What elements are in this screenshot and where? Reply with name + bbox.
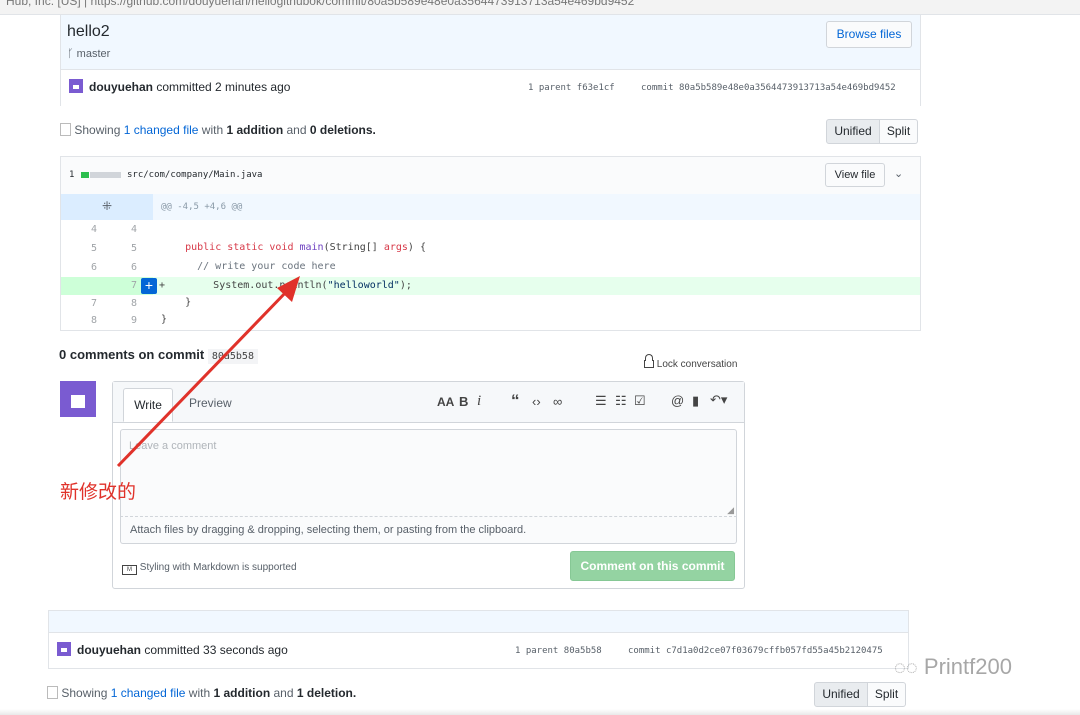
- author-link[interactable]: douyuehan: [77, 643, 141, 657]
- author-avatar[interactable]: [69, 79, 83, 93]
- comment-textarea[interactable]: Leave a comment ◢: [120, 429, 737, 517]
- tab-write[interactable]: Write: [123, 388, 173, 422]
- diffstat-count: 1: [69, 170, 75, 180]
- annotation-label: 新修改的: [60, 481, 137, 503]
- commit-meta-row: douyuehan committed 2 minutes ago 1 pare…: [61, 69, 920, 106]
- diffstat-bar: [81, 172, 121, 178]
- user-avatar: [60, 381, 96, 417]
- bottom-shadow: [0, 709, 1080, 715]
- wechat-icon: ◌◌: [894, 657, 918, 679]
- view-toggle: Unified Split: [814, 682, 906, 707]
- hunk-header: ⁜ @@ -4,5 +4,6 @@: [61, 194, 920, 220]
- committed-time: committed 2 minutes ago: [156, 80, 291, 94]
- file-path[interactable]: src/com/company/Main.java: [127, 170, 262, 180]
- changed-files-link[interactable]: 1 changed file: [124, 123, 199, 137]
- diff-summary: Showing 1 changed file with 1 addition a…: [47, 686, 356, 700]
- bulleted-list-icon[interactable]: ☰: [595, 393, 607, 409]
- commit-title: hello2: [67, 23, 110, 40]
- quote-icon[interactable]: “: [511, 391, 520, 411]
- heading-icon[interactable]: AA: [437, 395, 454, 409]
- tab-preview[interactable]: Preview: [189, 396, 232, 410]
- bold-icon[interactable]: B: [459, 394, 468, 409]
- bookmark-icon[interactable]: ▮: [692, 393, 699, 409]
- mention-icon[interactable]: @: [671, 393, 684, 408]
- author-link[interactable]: douyuehan: [89, 80, 153, 94]
- italic-icon[interactable]: i: [477, 393, 481, 410]
- unified-button[interactable]: Unified: [826, 119, 880, 144]
- diff-line: 6 6 // write your code here: [90, 261, 336, 273]
- attach-text: Attach files by dragging & dropping, sel…: [130, 524, 527, 536]
- diff-line: 7 8 }: [90, 297, 192, 309]
- diff-line: 5 5 public static void main(String[] arg…: [90, 242, 426, 254]
- commit2-header-edge: [48, 610, 909, 633]
- attach-bar[interactable]: Attach files by dragging & dropping, sel…: [120, 516, 737, 544]
- branch-icon: ᚴ: [67, 48, 74, 60]
- address-text: Hub, Inc. [US] | https://github.com/douy…: [6, 0, 635, 8]
- task-list-icon[interactable]: ☑: [634, 393, 646, 409]
- hunk-range: @@ -4,5 +4,6 @@: [161, 202, 243, 212]
- add-comment-icon[interactable]: +: [141, 278, 157, 294]
- comment-placeholder: Leave a comment: [129, 440, 217, 452]
- split-button[interactable]: Split: [880, 119, 918, 144]
- parent-sha-link[interactable]: f63e1cf: [577, 83, 615, 93]
- browse-files-button[interactable]: Browse files: [826, 21, 912, 48]
- diff-summary: Showing 1 changed file with 1 addition a…: [60, 123, 376, 137]
- code-icon[interactable]: ‹›: [532, 394, 541, 409]
- committed-time: committed 33 seconds ago: [144, 643, 288, 657]
- watermark: ◌◌ Printf200: [894, 654, 1012, 679]
- markdown-note[interactable]: M Styling with Markdown is supported: [122, 562, 297, 575]
- unified-button[interactable]: Unified: [814, 682, 868, 707]
- file-diff-icon: [47, 686, 58, 699]
- branch-label: ᚴ master: [67, 48, 111, 60]
- expand-icon[interactable]: ⁜: [61, 194, 153, 220]
- commit-sha: c7d1a0d2ce07f03679cffb057fd55a45b2120475: [665, 646, 883, 656]
- author-avatar[interactable]: [57, 642, 71, 656]
- file-diff: 1 src/com/company/Main.java View file ⌄ …: [60, 156, 921, 331]
- diff-line: 8 9 }: [90, 314, 168, 326]
- view-file-button[interactable]: View file: [825, 163, 885, 187]
- file-diff-icon: [60, 123, 71, 136]
- file-header: 1 src/com/company/Main.java View file ⌄: [61, 157, 920, 195]
- diff-line: 4 4: [90, 224, 137, 235]
- changed-files-link[interactable]: 1 changed file: [111, 686, 186, 700]
- commit-sha: 80a5b589e48e0a3564473913713a54e469bd9452: [678, 83, 896, 93]
- comment-form: Write Preview AA B i “ ‹› ∞ ☰ ☷ ☑ @ ▮ ↶▾…: [112, 381, 745, 589]
- link-icon[interactable]: ∞: [553, 394, 562, 409]
- browser-address-bar[interactable]: Hub, Inc. [US] | https://github.com/douy…: [0, 0, 1080, 15]
- numbered-list-icon[interactable]: ☷: [615, 393, 627, 409]
- lock-icon: [644, 354, 654, 368]
- lock-conversation-link[interactable]: Lock conversation: [644, 354, 737, 370]
- comments-heading: 0 comments on commit 80a5b58: [59, 347, 258, 364]
- markdown-icon: M: [122, 565, 137, 575]
- commit-sha-badge: 80a5b58: [207, 349, 258, 364]
- reply-icon[interactable]: ↶▾: [710, 392, 727, 408]
- diff-line-added: 7 + + System.out.println("helloworld");: [61, 277, 920, 295]
- commit2-meta-row: douyuehan committed 33 seconds ago 1 par…: [48, 632, 909, 669]
- submit-comment-button[interactable]: Comment on this commit: [570, 551, 735, 581]
- view-toggle: Unified Split: [826, 119, 918, 144]
- parent-sha-link[interactable]: 80a5b58: [564, 646, 602, 656]
- resize-handle-icon[interactable]: ◢: [727, 505, 734, 516]
- split-button[interactable]: Split: [868, 682, 906, 707]
- chevron-down-icon[interactable]: ⌄: [894, 167, 903, 180]
- commit-header: hello2 ᚴ master Browse files douyuehan c…: [60, 14, 921, 106]
